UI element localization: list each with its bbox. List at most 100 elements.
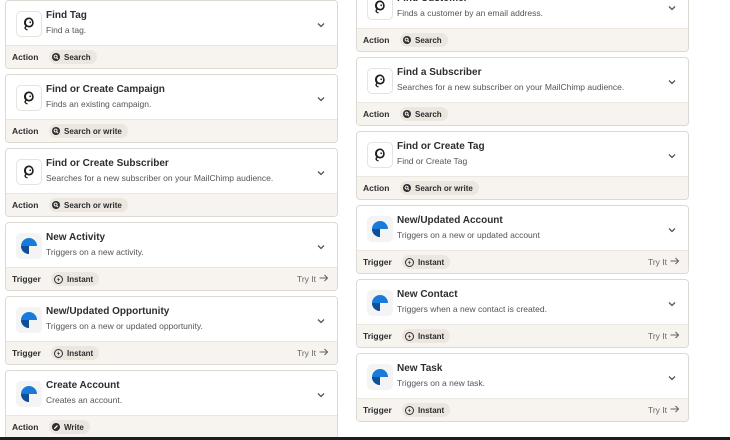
card-header[interactable]: New/Updated Account Triggers on a new or…	[357, 206, 688, 251]
card-title: New/Updated Account	[397, 215, 503, 226]
copper-icon	[16, 381, 42, 407]
copper-icon	[16, 233, 42, 259]
try-it-link[interactable]: Try It	[648, 405, 680, 415]
chevron-down-icon[interactable]	[666, 1, 678, 13]
card-find-customer[interactable]: Find Customer Finds a customer by an ema…	[356, 0, 689, 52]
card-header[interactable]: Find or Create Subscriber Searches for a…	[6, 149, 337, 194]
card-description: Triggers on a new activity.	[46, 247, 144, 257]
chevron-down-icon[interactable]	[315, 240, 327, 252]
card-type-badge: Instant	[51, 346, 100, 360]
card-title: Find Tag	[46, 10, 87, 21]
card-kind-label: Action	[363, 35, 390, 45]
search-icon	[403, 110, 411, 118]
card-footer: Action Write	[6, 415, 337, 438]
card-footer: Action Search	[357, 28, 688, 51]
card-new-updated-opportunity[interactable]: New/Updated Opportunity Triggers on a ne…	[5, 296, 338, 365]
card-footer: Trigger Instant Try It	[357, 398, 688, 421]
card-description: Triggers on a new or updated opportunity…	[46, 321, 203, 331]
search-icon	[403, 184, 411, 192]
card-find-or-create-tag[interactable]: Find or Create Tag Find or Create Tag Ac…	[356, 131, 689, 200]
chevron-down-icon[interactable]	[666, 149, 678, 161]
card-find-or-create-subscriber[interactable]: Find or Create Subscriber Searches for a…	[5, 148, 338, 217]
card-new-task[interactable]: New Task Triggers on a new task. Trigger…	[356, 353, 689, 422]
try-it-link[interactable]: Try It	[648, 331, 680, 341]
card-title: Find or Create Subscriber	[46, 158, 169, 169]
card-find-tag[interactable]: Find Tag Find a tag. Action Search	[5, 0, 338, 69]
try-it-link[interactable]: Try It	[648, 257, 680, 267]
card-type-badge: Search or write	[400, 181, 479, 195]
badge-label: Write	[64, 422, 84, 432]
card-header[interactable]: Find Tag Find a tag.	[6, 1, 337, 46]
chevron-down-icon[interactable]	[666, 223, 678, 235]
card-description: Finds a customer by an email address.	[397, 8, 543, 18]
try-it-link[interactable]: Try It	[297, 274, 329, 284]
try-it-label: Try It	[647, 405, 667, 415]
write-icon	[52, 423, 60, 431]
card-create-account[interactable]: Create Account Creates an account. Actio…	[5, 370, 338, 439]
try-it-label: Try It	[296, 274, 316, 284]
card-description: Triggers when a new contact is created.	[397, 304, 547, 314]
chevron-down-icon[interactable]	[315, 92, 327, 104]
card-description: Finds an existing campaign.	[46, 99, 152, 109]
card-kind-label: Action	[12, 126, 39, 136]
card-type-badge: Search	[400, 107, 448, 121]
chevron-down-icon[interactable]	[666, 75, 678, 87]
card-type-badge: Search	[49, 50, 97, 64]
chevron-down-icon[interactable]	[666, 371, 678, 383]
card-header[interactable]: New Contact Triggers when a new contact …	[357, 280, 688, 325]
badge-label: Instant	[418, 257, 445, 267]
card-header[interactable]: Create Account Creates an account.	[6, 371, 337, 416]
card-title: Find or Create Campaign	[46, 84, 165, 95]
card-title: New Contact	[397, 289, 458, 300]
badge-label: Instant	[67, 348, 94, 358]
card-kind-label: Action	[12, 200, 39, 210]
card-title: Find Customer	[397, 0, 468, 4]
mailchimp-icon	[367, 0, 393, 20]
arrow-right-icon	[316, 274, 329, 284]
card-kind-label: Action	[12, 52, 39, 62]
try-it-link[interactable]: Try It	[297, 348, 329, 358]
card-header[interactable]: Find a Subscriber Searches for a new sub…	[357, 58, 688, 103]
card-title: New/Updated Opportunity	[46, 306, 170, 317]
badge-label: Search	[415, 109, 442, 119]
card-header[interactable]: New/Updated Opportunity Triggers on a ne…	[6, 297, 337, 342]
card-type-badge: Instant	[402, 403, 451, 417]
card-header[interactable]: Find Customer Finds a customer by an ema…	[357, 0, 688, 29]
badge-label: Instant	[418, 331, 445, 341]
instant-icon	[405, 405, 414, 415]
card-footer: Trigger Instant Try It	[6, 341, 337, 364]
mailchimp-icon	[16, 85, 42, 111]
arrow-right-icon	[667, 257, 680, 267]
instant-icon	[405, 257, 414, 267]
chevron-down-icon[interactable]	[315, 18, 327, 30]
try-it-label: Try It	[647, 331, 667, 341]
card-new-contact[interactable]: New Contact Triggers when a new contact …	[356, 279, 689, 348]
try-it-label: Try It	[647, 257, 667, 267]
card-find-a-subscriber[interactable]: Find a Subscriber Searches for a new sub…	[356, 57, 689, 126]
search-icon	[52, 53, 60, 61]
card-title: New Task	[397, 363, 443, 374]
mailchimp-icon	[16, 11, 42, 37]
badge-label: Instant	[67, 274, 94, 284]
card-header[interactable]: Find or Create Tag Find or Create Tag	[357, 132, 688, 177]
card-footer: Action Search or write	[6, 193, 337, 216]
chevron-down-icon[interactable]	[315, 166, 327, 178]
chevron-down-icon[interactable]	[315, 388, 327, 400]
card-description: Triggers on a new or updated account	[397, 230, 540, 240]
instant-icon	[54, 348, 63, 358]
card-header[interactable]: Find or Create Campaign Finds an existin…	[6, 75, 337, 120]
chevron-down-icon[interactable]	[315, 314, 327, 326]
card-type-badge: Search or write	[49, 198, 128, 212]
card-header[interactable]: New Activity Triggers on a new activity.	[6, 223, 337, 268]
card-kind-label: Trigger	[363, 331, 392, 341]
card-find-or-create-campaign[interactable]: Find or Create Campaign Finds an existin…	[5, 74, 338, 143]
chevron-down-icon[interactable]	[666, 297, 678, 309]
badge-label: Search	[415, 35, 442, 45]
card-header[interactable]: New Task Triggers on a new task.	[357, 354, 688, 399]
copper-icon	[367, 216, 393, 242]
card-kind-label: Trigger	[12, 274, 41, 284]
card-new-activity[interactable]: New Activity Triggers on a new activity.…	[5, 222, 338, 291]
card-new-updated-account[interactable]: New/Updated Account Triggers on a new or…	[356, 205, 689, 274]
card-footer: Action Search or write	[6, 119, 337, 142]
card-type-badge: Instant	[402, 255, 451, 269]
